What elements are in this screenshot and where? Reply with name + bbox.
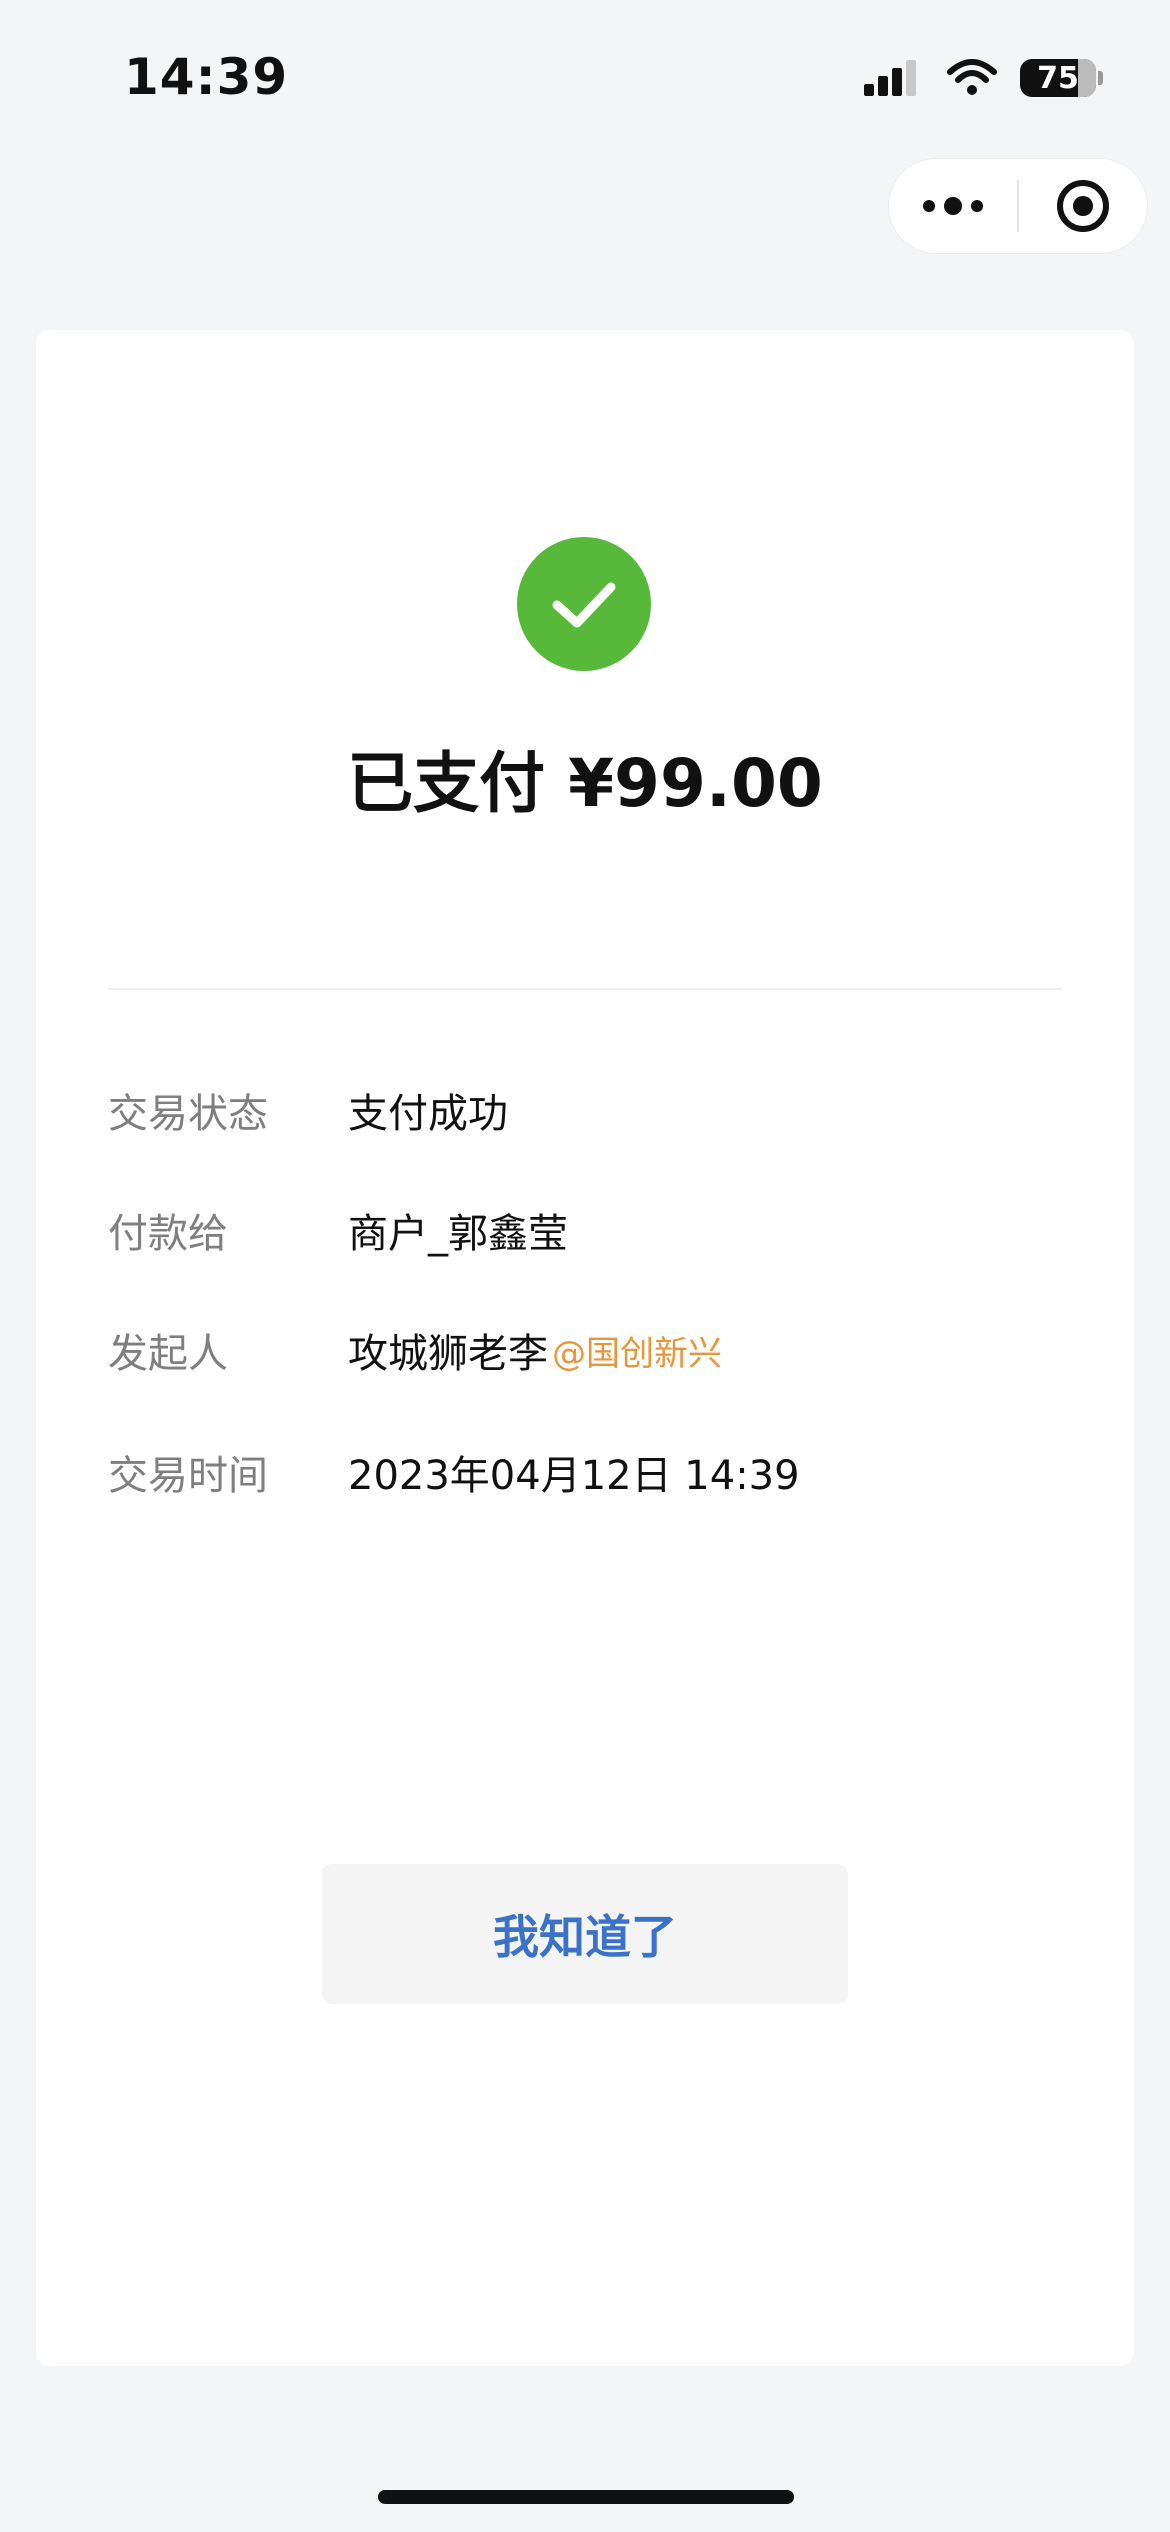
capsule-menu xyxy=(888,158,1148,254)
detail-label: 付款给 xyxy=(108,1211,228,1257)
battery-icon: 75 xyxy=(1020,59,1103,97)
target-icon xyxy=(1057,180,1109,232)
battery-level: 75 xyxy=(1037,60,1079,96)
detail-row-payee: 付款给 商户_郭鑫莹 xyxy=(108,1200,1062,1260)
got-it-button[interactable]: 我知道了 xyxy=(322,1864,848,2004)
payment-result-card: 已支付 ¥99.00 交易状态 支付成功 付款给 商户_郭鑫莹 发起人 攻城狮老… xyxy=(36,330,1134,2366)
detail-value: 攻城狮老李 xyxy=(348,1331,548,1377)
detail-label: 交易状态 xyxy=(108,1091,268,1137)
detail-label: 交易时间 xyxy=(108,1453,268,1499)
detail-label: 发起人 xyxy=(108,1331,228,1377)
detail-row-time: 交易时间 2023年04月12日 14:39 xyxy=(108,1442,1062,1502)
success-check-icon xyxy=(517,537,651,671)
payment-amount-title: 已支付 ¥99.00 xyxy=(347,745,823,822)
home-indicator[interactable] xyxy=(378,2490,794,2504)
detail-row-status: 交易状态 支付成功 xyxy=(108,1080,1062,1140)
more-button[interactable] xyxy=(889,159,1017,253)
close-button[interactable] xyxy=(1019,159,1147,253)
detail-value: 商户_郭鑫莹 xyxy=(348,1211,568,1257)
status-icons: 75 xyxy=(864,54,1103,102)
wifi-icon xyxy=(947,59,997,95)
signal-icon xyxy=(864,60,916,96)
more-dots-icon xyxy=(923,197,983,215)
initiator-org: @国创新兴 xyxy=(552,1333,722,1374)
divider xyxy=(108,988,1062,990)
detail-value: 2023年04月12日 14:39 xyxy=(348,1453,800,1499)
detail-row-initiator: 发起人 攻城狮老李 @国创新兴 xyxy=(108,1320,1062,1380)
status-time: 14:39 xyxy=(124,48,289,106)
status-bar: 14:39 75 xyxy=(0,0,1170,150)
detail-value: 支付成功 xyxy=(348,1091,508,1137)
